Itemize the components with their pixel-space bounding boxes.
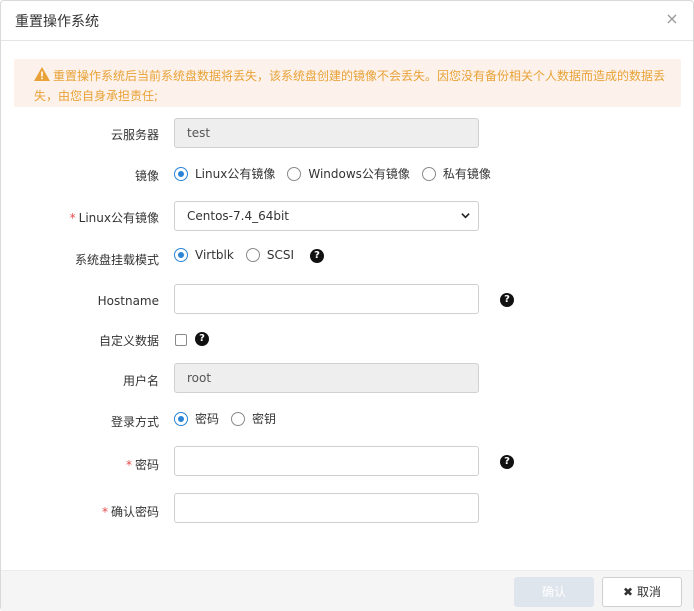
linux-image-value: Centos-7.4_64bit [187, 209, 290, 223]
hostname-label: Hostname [97, 294, 159, 308]
reset-os-dialog: 重置操作系统 × 重置操作系统后当前系统盘数据将丢失，该系统盘创建的镜像不会丢失… [0, 0, 694, 611]
radio-dot[interactable] [245, 248, 260, 262]
login-method-label: 登录方式 [110, 415, 159, 429]
hostname-help-icon[interactable]: ? [500, 293, 514, 307]
radio-label: SCSI [266, 248, 294, 262]
radio-scsi[interactable]: SCSI [245, 248, 294, 262]
radio-virtblk[interactable]: Virtblk [174, 248, 234, 262]
radio-linux-image[interactable]: Linux公有镜像 [174, 165, 275, 182]
radio-label: 密钥 [252, 412, 277, 426]
warning-text: 重置操作系统后当前系统盘数据将丢失，该系统盘创建的镜像不会丢失。因您没有备份相关… [34, 69, 666, 103]
radio-label: 密码 [195, 412, 220, 426]
radio-private-image[interactable]: 私有镜像 [421, 165, 491, 182]
radio-label: 私有镜像 [442, 167, 491, 181]
radio-label: Virtblk [195, 248, 234, 262]
server-field: test [174, 118, 479, 148]
confirm-password-input[interactable] [174, 493, 479, 523]
chevron-down-icon [461, 213, 470, 219]
password-label: * 密码 [125, 458, 159, 472]
custom-data-help-icon[interactable]: ? [195, 332, 209, 346]
close-icon[interactable]: × [665, 11, 679, 27]
warning-alert: 重置操作系统后当前系统盘数据将丢失，该系统盘创建的镜像不会丢失。因您没有备份相关… [14, 59, 681, 107]
login-method-radio-group: 密码 密钥 [174, 410, 288, 427]
radio-dot[interactable] [287, 166, 302, 181]
disk-mode-help-icon[interactable]: ? [310, 249, 324, 263]
radio-dot[interactable] [174, 411, 188, 426]
radio-dot[interactable] [231, 411, 246, 426]
radio-password[interactable]: 密码 [174, 410, 219, 427]
radio-label: Windows公有镜像 [308, 167, 410, 181]
radio-key[interactable]: 密钥 [231, 410, 276, 427]
dialog-title: 重置操作系统 [15, 14, 99, 30]
username-label: 用户名 [122, 374, 159, 388]
radio-windows-image[interactable]: Windows公有镜像 [287, 165, 410, 182]
server-label: 云服务器 [110, 128, 159, 142]
dialog-header: 重置操作系统 × [1, 1, 693, 41]
radio-dot[interactable] [174, 248, 188, 262]
disk-mode-radio-group: Virtblk SCSI [174, 248, 306, 262]
disk-mode-label: 系统盘挂载模式 [74, 253, 159, 267]
radio-label: Linux公有镜像 [195, 167, 276, 181]
image-radio-group: Linux公有镜像 Windows公有镜像 私有镜像 [174, 165, 503, 182]
linux-image-label: * Linux公有镜像 [69, 211, 159, 225]
confirm-password-label: * 确认密码 [101, 505, 159, 519]
hostname-input[interactable] [174, 284, 479, 314]
custom-data-checkbox[interactable] [175, 334, 187, 346]
cancel-button-label: 取消 [637, 585, 662, 599]
username-field: root [174, 363, 479, 393]
confirm-button[interactable]: 确认 [514, 577, 594, 607]
cancel-button[interactable]: ✖ 取消 [602, 577, 682, 607]
radio-dot[interactable] [174, 166, 188, 181]
linux-image-select[interactable]: Centos-7.4_64bit [174, 201, 479, 231]
password-help-icon[interactable]: ? [500, 455, 514, 469]
close-icon: ✖ [622, 585, 634, 599]
custom-data-label: 自定义数据 [98, 334, 159, 348]
image-label: 镜像 [134, 169, 159, 183]
password-input[interactable] [174, 446, 479, 476]
radio-dot[interactable] [421, 166, 436, 181]
